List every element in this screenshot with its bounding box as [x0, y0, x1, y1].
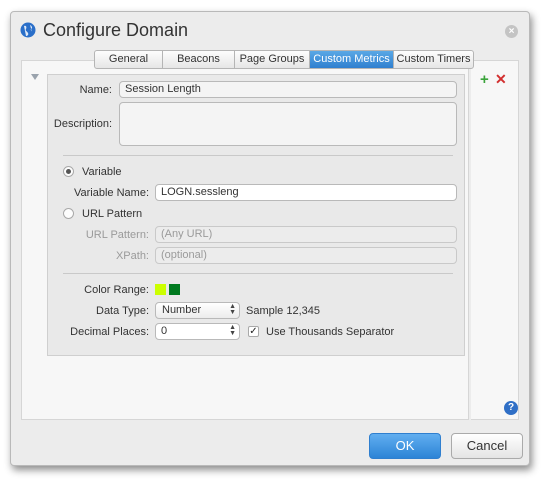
color-swatch-high[interactable] — [169, 284, 180, 295]
thousands-separator-label: Use Thousands Separator — [266, 326, 395, 338]
name-label: Name: — [79, 84, 112, 96]
side-action-area — [471, 60, 519, 420]
plus-icon[interactable]: + — [480, 72, 491, 87]
xpath-label: XPath: — [115, 250, 149, 262]
decimal-places-stepper[interactable]: 0 ▲ ▼ — [155, 323, 240, 340]
url-pattern-radio-label: URL Pattern — [82, 208, 143, 220]
divider — [63, 273, 453, 274]
decimal-places-value: 0 — [161, 325, 168, 337]
titlebar: Configure Domain × — [11, 12, 529, 52]
url-pattern-radio[interactable] — [63, 208, 74, 219]
tab-custom-timers[interactable]: Custom Timers — [394, 51, 473, 68]
close-icon[interactable]: × — [505, 25, 518, 38]
variable-name-label: Variable Name: — [74, 187, 149, 199]
thousands-separator-checkbox[interactable]: ✓ — [248, 326, 259, 337]
select-arrows-icon: ▲ ▼ — [229, 303, 236, 316]
tab-general[interactable]: General — [95, 51, 163, 68]
configure-domain-dialog: Configure Domain × General Beacons Page … — [10, 11, 530, 466]
data-type-label: Data Type: — [96, 305, 149, 317]
dialog-title: Configure Domain — [43, 20, 189, 40]
variable-name-field[interactable]: LOGN.sessleng — [155, 184, 457, 201]
description-label: Description: — [53, 118, 112, 130]
x-icon[interactable]: ✕ — [495, 72, 507, 86]
decimal-places-label: Decimal Places: — [70, 326, 149, 338]
description-field[interactable] — [119, 102, 457, 146]
globe-icon — [20, 22, 36, 38]
ok-button[interactable]: OK — [369, 433, 441, 459]
variable-radio-label: Variable — [82, 166, 122, 178]
stepper-arrows-icon[interactable]: ▲ ▼ — [229, 324, 236, 337]
url-pattern-field[interactable]: (Any URL) — [155, 226, 457, 243]
question-icon[interactable]: ? — [504, 401, 518, 415]
divider — [63, 155, 453, 156]
color-swatch-low[interactable] — [155, 284, 166, 295]
triangle-down-icon[interactable] — [31, 74, 39, 80]
tab-beacons[interactable]: Beacons — [163, 51, 235, 68]
data-type-value: Number — [162, 304, 202, 316]
cancel-button[interactable]: Cancel — [451, 433, 523, 459]
tab-custom-metrics[interactable]: Custom Metrics — [310, 51, 394, 68]
variable-radio[interactable] — [63, 166, 74, 177]
xpath-field[interactable]: (optional) — [155, 247, 457, 264]
tab-bar: General Beacons Page Groups Custom Metri… — [94, 50, 474, 69]
url-pattern-label: URL Pattern: — [85, 229, 149, 241]
metric-panel: Name: Session Length Description: Variab… — [47, 74, 465, 356]
color-range-label: Color Range: — [84, 284, 149, 296]
tab-page-groups[interactable]: Page Groups — [235, 51, 310, 68]
name-field[interactable]: Session Length — [119, 81, 457, 98]
data-type-select[interactable]: Number ▲ ▼ — [155, 302, 240, 319]
sample-text: Sample 12,345 — [246, 305, 320, 317]
